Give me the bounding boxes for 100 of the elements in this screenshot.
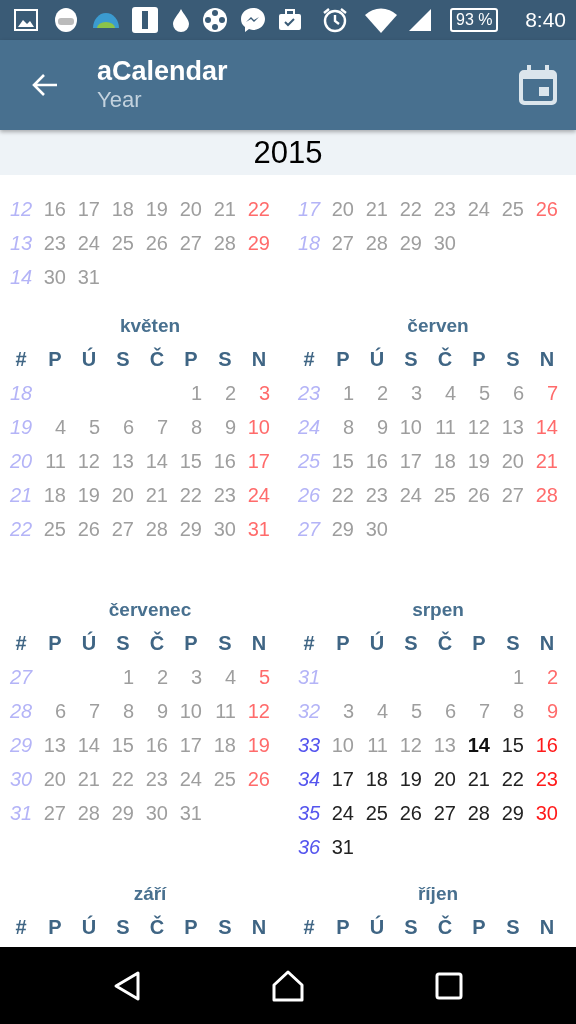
week-number: 35 [297, 801, 321, 826]
day-number: 24 [399, 483, 423, 508]
year-label: 2015 [253, 135, 323, 170]
day-number: 20 [433, 767, 457, 792]
back-arrow-icon[interactable] [31, 73, 59, 97]
weekday-label: S [116, 631, 130, 656]
chat-bubble-icon [240, 7, 266, 33]
day-number: 25 [213, 767, 237, 792]
day-number: 27 [331, 231, 355, 256]
day-number: 28 [77, 801, 101, 826]
day-number: 19 [247, 733, 271, 758]
day-number: 20 [179, 197, 203, 222]
week-number: 26 [297, 483, 321, 508]
day-number: 30 [145, 801, 169, 826]
day-number: 9 [546, 699, 559, 724]
day-number: 31 [331, 835, 355, 860]
day-number: 3 [258, 381, 271, 406]
week-number: 31 [297, 665, 321, 690]
drop-icon [172, 8, 190, 32]
day-number: 1 [122, 665, 135, 690]
back-icon[interactable] [113, 969, 141, 1002]
day-number: 8 [122, 699, 135, 724]
day-number: 2 [546, 665, 559, 690]
day-number: 21 [535, 449, 559, 474]
day-number: 7 [156, 415, 169, 440]
day-number: 1 [342, 381, 355, 406]
weekday-label: # [303, 347, 315, 372]
week-number: 31 [9, 801, 33, 826]
day-number: 16 [213, 449, 237, 474]
week-number: 22 [9, 517, 33, 542]
day-number: 29 [247, 231, 271, 256]
app-title: aCalendar [97, 56, 228, 87]
day-number: 21 [145, 483, 169, 508]
week-number: 24 [297, 415, 321, 440]
weekday-label: S [404, 631, 418, 656]
day-number: 13 [433, 733, 457, 758]
weekday-label: S [116, 915, 130, 940]
week-number: 32 [297, 699, 321, 724]
day-number: 7 [88, 699, 101, 724]
day-number: 31 [179, 801, 203, 826]
day-number: 22 [247, 197, 271, 222]
day-number: 22 [331, 483, 355, 508]
image-icon [14, 9, 38, 31]
home-icon[interactable] [271, 969, 305, 1002]
view-subtitle: Year [97, 86, 142, 114]
day-number: 26 [399, 801, 423, 826]
day-number: 14 [145, 449, 169, 474]
globe-icon [92, 11, 120, 29]
day-number: 7 [478, 699, 491, 724]
day-number: 17 [331, 767, 355, 792]
day-number: 23 [535, 767, 559, 792]
day-number: 3 [410, 381, 423, 406]
weekday-label: S [506, 915, 520, 940]
calendar-icon[interactable] [519, 65, 557, 105]
weekday-label: N [539, 915, 555, 940]
day-number: 26 [467, 483, 491, 508]
day-number: 29 [111, 801, 135, 826]
day-number: 21 [77, 767, 101, 792]
day-number: 23 [43, 231, 67, 256]
day-number: 26 [145, 231, 169, 256]
day-number: 6 [122, 415, 135, 440]
day-number: 1 [512, 665, 525, 690]
weekday-label: Č [437, 630, 453, 656]
day-number: 29 [179, 517, 203, 542]
weekday-label: S [404, 347, 418, 372]
weekday-label: Č [437, 914, 453, 940]
day-number: 9 [224, 415, 237, 440]
day-number: 12 [467, 415, 491, 440]
week-number: 33 [297, 733, 321, 758]
weekday-label: P [48, 347, 62, 372]
weekday-label: Ú [369, 630, 385, 656]
weekday-label: # [15, 347, 27, 372]
month-title: září [133, 883, 167, 904]
week-number: 14 [9, 265, 33, 290]
day-number: 16 [145, 733, 169, 758]
day-number: 28 [145, 517, 169, 542]
day-number: 4 [376, 699, 389, 724]
day-number: 21 [365, 197, 389, 222]
recent-apps-icon[interactable] [435, 971, 463, 1000]
day-number: 14 [467, 733, 491, 758]
signal-icon [408, 8, 432, 32]
day-number: 25 [501, 197, 525, 222]
day-number: 2 [156, 665, 169, 690]
day-number: 12 [77, 449, 101, 474]
day-number: 6 [512, 381, 525, 406]
day-number: 30 [433, 231, 457, 256]
day-number: 8 [512, 699, 525, 724]
day-number: 4 [224, 665, 237, 690]
day-number: 6 [444, 699, 457, 724]
day-number: 30 [365, 517, 389, 542]
weekday-label: Ú [81, 630, 97, 656]
day-number: 28 [467, 801, 491, 826]
day-number: 25 [111, 231, 135, 256]
day-number: 12 [399, 733, 423, 758]
day-number: 22 [399, 197, 423, 222]
weekday-label: S [218, 915, 232, 940]
day-number: 16 [365, 449, 389, 474]
weekday-label: P [472, 347, 486, 372]
day-number: 24 [331, 801, 355, 826]
weekday-label: P [472, 631, 486, 656]
